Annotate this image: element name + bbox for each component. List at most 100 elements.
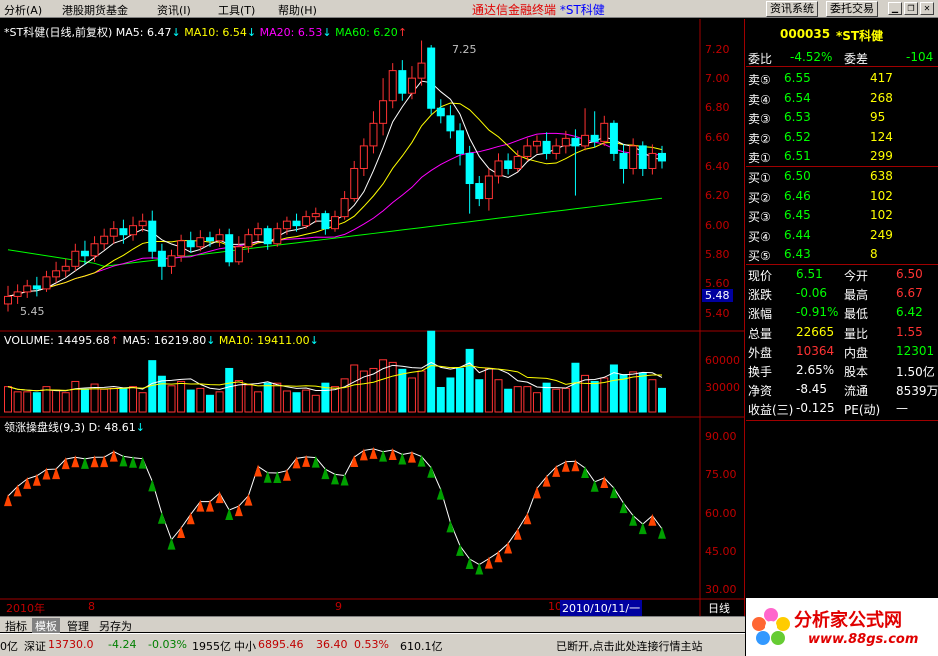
- sme-index-pct: 0.53%: [354, 638, 389, 651]
- candle-body: [100, 235, 109, 245]
- stat-value: -8.45: [796, 382, 828, 397]
- tab-indicator[interactable]: 指标: [2, 618, 30, 634]
- volume-bar: [273, 382, 282, 413]
- sme-index-value: 6895.46: [258, 638, 304, 651]
- stat-value: -0.91%: [796, 305, 839, 320]
- indicator-marker: [71, 455, 80, 468]
- indicator-tick: 60.00: [705, 507, 737, 520]
- app-title-text: 通达信金融终端: [472, 3, 557, 17]
- stat-value: 22665: [796, 324, 835, 339]
- indicator-marker: [331, 472, 339, 485]
- volume-bar: [177, 380, 186, 413]
- candle-body: [436, 107, 445, 117]
- volume-bar: [648, 379, 657, 413]
- volume-bar: [552, 388, 561, 413]
- indicator-marker: [446, 520, 455, 533]
- restore-icon[interactable]: ❐: [904, 2, 918, 15]
- stat-label: 流通: [844, 384, 869, 399]
- candle-body: [234, 246, 243, 263]
- app-title: 通达信金融终端 *ST科健: [472, 1, 605, 18]
- chart-canvas[interactable]: [0, 19, 745, 616]
- stat-row: 外盘 10364 内盘 12301: [746, 342, 938, 361]
- template-tabs: 指标 模板 管理 另存为: [0, 616, 745, 634]
- volume-ma10-label: MA10: 19411.00: [218, 334, 310, 347]
- menu-help[interactable]: 帮助(H): [278, 2, 317, 18]
- tab-manage[interactable]: 管理: [64, 618, 92, 634]
- candle-body: [263, 228, 272, 245]
- menu-tools[interactable]: 工具(T): [218, 2, 255, 18]
- indicator-marker: [407, 450, 416, 463]
- candle-body: [638, 145, 647, 169]
- ask-row: 卖③ 6.53 95: [746, 108, 938, 127]
- candle-body: [244, 234, 253, 248]
- weicha-label: 委差: [844, 52, 869, 66]
- volume-bar: [167, 385, 176, 413]
- news-system-button[interactable]: 资讯系统: [766, 1, 818, 17]
- volume-bar: [138, 392, 147, 413]
- candle-body: [273, 228, 282, 245]
- candle-body: [23, 285, 32, 293]
- ma10-line: [7, 102, 663, 297]
- price-tick: 5.60: [705, 277, 730, 290]
- sme-index-change: 36.40: [316, 638, 348, 651]
- candle-body: [561, 137, 570, 147]
- tab-template[interactable]: 模板: [32, 618, 60, 634]
- volume-tick: 30000: [705, 381, 740, 394]
- bid-volume: 8: [870, 247, 878, 261]
- stat-label: 内盘: [844, 345, 869, 360]
- indicator-marker: [552, 464, 561, 477]
- menu-analysis[interactable]: 分析(A): [4, 2, 42, 18]
- indicator-marker: [244, 493, 253, 506]
- ask-volume: 124: [870, 129, 893, 144]
- volume-bar: [129, 386, 138, 413]
- price-tick: 6.60: [705, 131, 730, 144]
- chart-area[interactable]: *ST科健(日线,前复权) MA5: 6.47↓ MA10: 6.54↓ MA2…: [0, 19, 745, 616]
- indicator-marker: [157, 511, 166, 524]
- candle-body: [465, 152, 474, 185]
- candle-body: [407, 77, 416, 94]
- volume-bar: [484, 367, 493, 413]
- price-tick: 6.00: [705, 219, 730, 232]
- volume-bar: [658, 387, 666, 413]
- bid-price: 6.43: [784, 247, 811, 261]
- candle-body: [456, 130, 465, 154]
- stat-row: 现价 6.51 今开 6.50: [746, 265, 938, 284]
- sme-index-label: 中小: [234, 640, 256, 653]
- period-label[interactable]: 日线: [708, 600, 730, 616]
- candle-body: [71, 250, 80, 267]
- connection-status[interactable]: 已断开,点击此处连接行情主站: [556, 638, 703, 654]
- stat-value: 6.51: [796, 267, 823, 281]
- volume-bar: [619, 374, 628, 413]
- indicator-marker: [388, 448, 397, 461]
- ask-level-label: 卖④: [748, 92, 771, 107]
- ask-level-label: 卖⑤: [748, 73, 771, 87]
- volume-bar: [350, 364, 359, 413]
- status-amount: 0亿: [0, 640, 18, 653]
- menu-hk-futures-funds[interactable]: 港股期货基金: [62, 2, 128, 18]
- candle-body: [494, 160, 503, 177]
- indicator-marker: [225, 508, 234, 521]
- volume-bar: [456, 367, 465, 413]
- indicator-marker: [475, 562, 484, 575]
- candle-body: [80, 250, 89, 257]
- ask-level-label: 卖②: [748, 131, 771, 146]
- indicator-marker: [321, 467, 330, 480]
- stat-value: 6.50: [896, 267, 923, 281]
- price-tick: 7.20: [705, 43, 730, 56]
- minimize-icon[interactable]: ▁: [888, 2, 902, 15]
- brand-watermark: 分析家公式网 www.88gs.com: [746, 598, 938, 656]
- stat-value: 12301: [896, 343, 935, 358]
- volume-bar: [475, 379, 484, 413]
- volume-bar: [71, 380, 80, 413]
- tab-save-as[interactable]: 另存为: [96, 618, 135, 634]
- volume-bar: [504, 388, 513, 413]
- bid-level-label: 买④: [748, 229, 771, 244]
- close-icon[interactable]: ✕: [920, 2, 934, 15]
- candle-body: [379, 100, 388, 124]
- ask-price: 6.54: [784, 90, 811, 105]
- stat-value: -0.125: [796, 401, 835, 416]
- volume-bar: [109, 387, 118, 413]
- menu-news[interactable]: 资讯(I): [157, 2, 191, 18]
- volume-bar: [571, 362, 580, 413]
- trade-entrust-button[interactable]: 委托交易: [826, 1, 878, 17]
